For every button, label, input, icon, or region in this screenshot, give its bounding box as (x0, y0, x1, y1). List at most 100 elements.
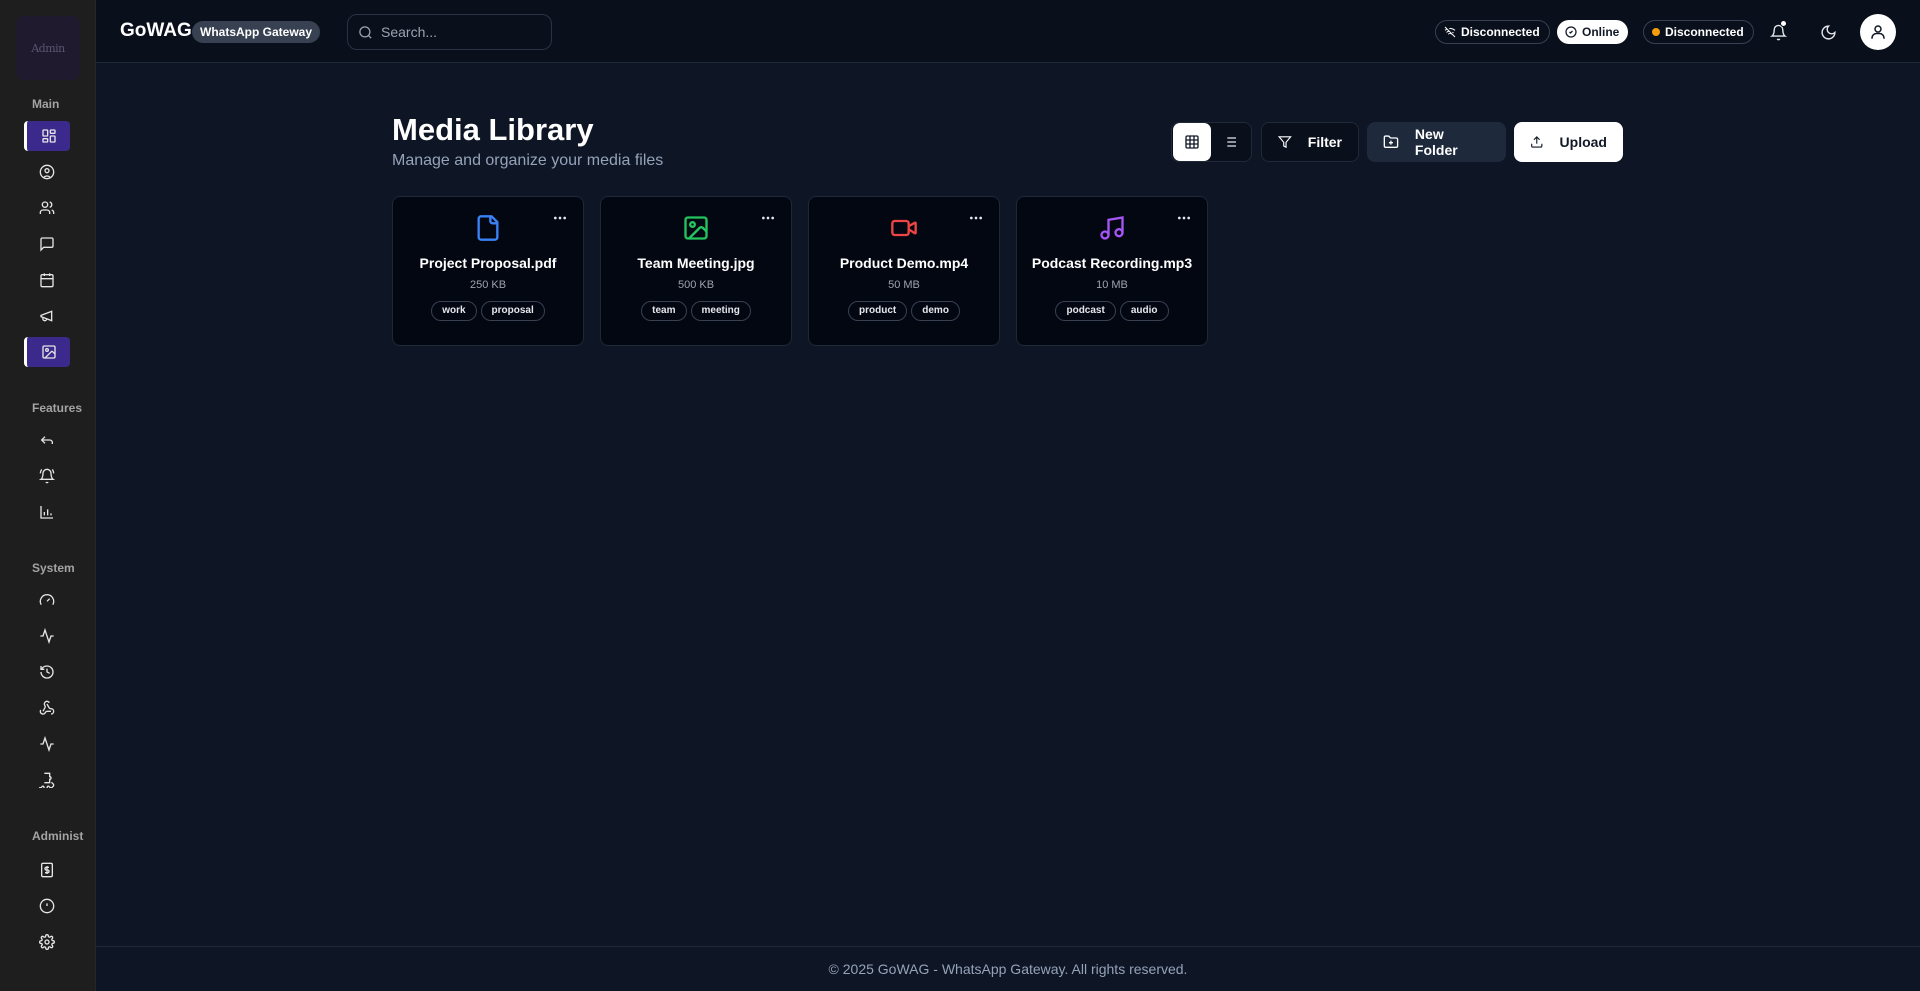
grid-icon (1185, 135, 1199, 149)
tag-badge[interactable]: team (641, 301, 687, 321)
grid-view-button[interactable] (1173, 123, 1211, 161)
check-circle-icon (1565, 26, 1577, 38)
webhook-icon (39, 700, 55, 715)
file-size: 250 KB (469, 279, 507, 291)
online-status-badge: Online (1557, 20, 1629, 44)
app-logo[interactable]: Admin (16, 16, 80, 80)
user-icon (1871, 25, 1885, 39)
reply-icon (40, 436, 53, 444)
card-menu-button[interactable] (551, 211, 569, 225)
tag-badge[interactable]: product (848, 301, 908, 321)
more-horizontal-icon (970, 216, 982, 220)
sidebar: Admin Main Features System Administ (0, 0, 96, 991)
sidebar-item-auto-reply[interactable] (24, 425, 70, 455)
moon-icon (1820, 24, 1836, 40)
sidebar-item-activity[interactable] (24, 621, 70, 651)
bar-chart-icon (40, 506, 53, 519)
brand-name[interactable]: GoWAG (120, 20, 192, 42)
sidebar-item-health[interactable] (24, 729, 70, 759)
wifi-status-label: Disconnected (1461, 25, 1540, 39)
sidebar-item-billing[interactable] (24, 855, 70, 885)
list-icon (1224, 137, 1236, 147)
card-menu-button[interactable] (1175, 211, 1193, 225)
media-card[interactable]: Project Proposal.pdf 250 KB work proposa… (392, 196, 584, 346)
contacts-icon (39, 201, 55, 214)
card-menu-button[interactable] (759, 211, 777, 225)
tag-badge[interactable]: meeting (690, 301, 751, 321)
filter-icon (1278, 136, 1292, 149)
search-input[interactable] (381, 24, 531, 40)
sidebar-item-performance[interactable] (24, 585, 70, 615)
sidebar-item-analytics[interactable] (24, 497, 70, 527)
tag-badge[interactable]: work (431, 301, 477, 321)
file-size: 500 KB (677, 279, 715, 291)
status-dot (1652, 28, 1660, 36)
sidebar-item-alerts[interactable] (24, 891, 70, 921)
sidebar-item-media[interactable] (24, 337, 70, 367)
user-circle-icon (39, 164, 55, 180)
file-type-icon (681, 213, 711, 243)
sidebar-item-reminders[interactable] (24, 461, 70, 491)
sidebar-item-broadcast[interactable] (24, 301, 70, 331)
file-tags: product demo (809, 301, 999, 321)
image-icon (684, 216, 708, 240)
filter-button[interactable]: Filter (1261, 122, 1359, 162)
folder-plus-icon (1383, 135, 1399, 148)
activity-icon (40, 628, 54, 644)
media-card[interactable]: Team Meeting.jpg 500 KB team meeting (600, 196, 792, 346)
search-icon (359, 25, 372, 39)
page-footer: © 2025 GoWAG - WhatsApp Gateway. All rig… (96, 946, 1920, 991)
tag-badge[interactable]: demo (911, 301, 960, 321)
sidebar-item-profile[interactable] (24, 157, 70, 187)
notifications-button[interactable] (1766, 20, 1790, 44)
puzzle-icon (39, 772, 55, 788)
history-icon (40, 665, 54, 679)
alert-icon (39, 898, 55, 914)
upload-button[interactable]: Upload (1514, 122, 1623, 162)
sidebar-item-plugins[interactable] (24, 765, 70, 795)
billing-icon (41, 862, 53, 878)
file-size: 50 MB (888, 279, 920, 291)
sidebar-item-schedule[interactable] (24, 265, 70, 295)
sidebar-section-system: System (32, 561, 75, 575)
file-tags: podcast audio (1017, 301, 1207, 321)
media-card[interactable]: Podcast Recording.mp3 10 MB podcast audi… (1016, 196, 1208, 346)
card-menu-button[interactable] (967, 211, 985, 225)
search-box[interactable] (347, 14, 552, 50)
media-card[interactable]: Product Demo.mp4 50 MB product demo (808, 196, 1000, 346)
sidebar-item-contacts[interactable] (24, 193, 70, 223)
file-tags: work proposal (393, 301, 583, 321)
sidebar-item-messages[interactable] (24, 229, 70, 259)
file-name: Team Meeting.jpg (637, 255, 755, 271)
user-avatar[interactable] (1860, 14, 1896, 50)
tag-badge[interactable]: podcast (1055, 301, 1116, 321)
notification-dot (1780, 20, 1787, 27)
sidebar-item-webhooks[interactable] (24, 693, 70, 723)
dashboard-icon (41, 129, 56, 143)
sidebar-section-administration: Administ (32, 829, 84, 843)
sidebar-item-history[interactable] (24, 657, 70, 687)
tag-badge[interactable]: proposal (480, 301, 545, 321)
file-size: 10 MB (1096, 279, 1128, 291)
video-icon (891, 219, 917, 237)
wifi-status-badge: Disconnected (1435, 20, 1550, 44)
view-toggle (1171, 122, 1252, 162)
new-folder-button[interactable]: New Folder (1367, 122, 1506, 162)
more-horizontal-icon (762, 216, 774, 220)
file-name: Podcast Recording.mp3 (1031, 255, 1193, 271)
settings-icon (39, 934, 55, 950)
calendar-icon (40, 273, 54, 288)
theme-toggle-button[interactable] (1816, 20, 1840, 44)
sidebar-item-settings[interactable] (24, 927, 70, 957)
file-type-icon (1097, 213, 1127, 243)
file-type-icon (473, 213, 503, 243)
upload-icon (1531, 136, 1543, 148)
list-view-button[interactable] (1211, 123, 1249, 161)
sidebar-item-dashboard[interactable] (24, 121, 70, 151)
file-tags: team meeting (601, 301, 791, 321)
tag-badge[interactable]: audio (1119, 301, 1169, 321)
logo-text: Admin (31, 41, 65, 55)
filter-label: Filter (1307, 134, 1342, 150)
new-folder-label: New Folder (1414, 126, 1458, 158)
page-subtitle: Manage and organize your media files (392, 152, 664, 169)
